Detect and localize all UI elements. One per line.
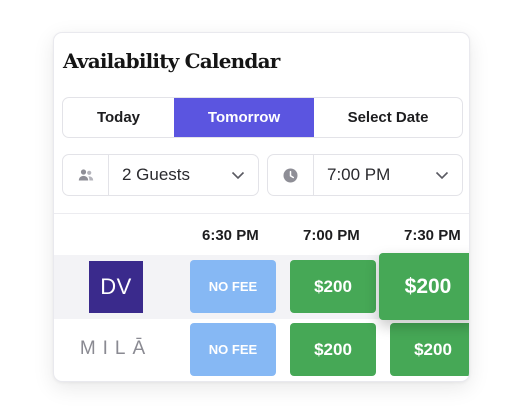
- time-select[interactable]: 7:00 PM: [267, 154, 463, 196]
- tab-tomorrow[interactable]: Tomorrow: [174, 98, 314, 137]
- calendar-title: Availability Calendar: [63, 49, 280, 73]
- restaurant-logo-dv[interactable]: DV: [89, 261, 143, 313]
- guests-select[interactable]: 2 Guests: [62, 154, 259, 196]
- time-value: 7:00 PM: [327, 165, 391, 184]
- tab-today[interactable]: Today: [63, 98, 174, 137]
- slot-mila-730-button[interactable]: $200: [390, 323, 469, 376]
- tab-select-date[interactable]: Select Date: [314, 98, 462, 137]
- slot-dv-630-button[interactable]: NO FEE: [190, 260, 276, 313]
- date-tabs: Today Tomorrow Select Date: [62, 97, 463, 138]
- availability-calendar-card: Availability Calendar Today Tomorrow Sel…: [53, 32, 470, 382]
- chevron-down-icon: [218, 171, 258, 180]
- chevron-down-icon: [422, 171, 462, 180]
- slot-mila-630-button[interactable]: NO FEE: [190, 323, 276, 376]
- restaurant-logo-mila[interactable]: MILĀ: [77, 336, 155, 362]
- time-header-630: 6:30 PM: [202, 227, 259, 244]
- slot-dv-700-button[interactable]: $200: [290, 260, 376, 313]
- people-icon: [63, 155, 109, 195]
- guests-value: 2 Guests: [122, 165, 191, 184]
- time-header-700: 7:00 PM: [303, 227, 360, 244]
- clock-icon: [268, 155, 314, 195]
- header-divider: [54, 213, 469, 214]
- slot-mila-700-button[interactable]: $200: [290, 323, 376, 376]
- slot-dv-730-button[interactable]: $200: [379, 253, 469, 320]
- time-header-730: 7:30 PM: [404, 227, 461, 244]
